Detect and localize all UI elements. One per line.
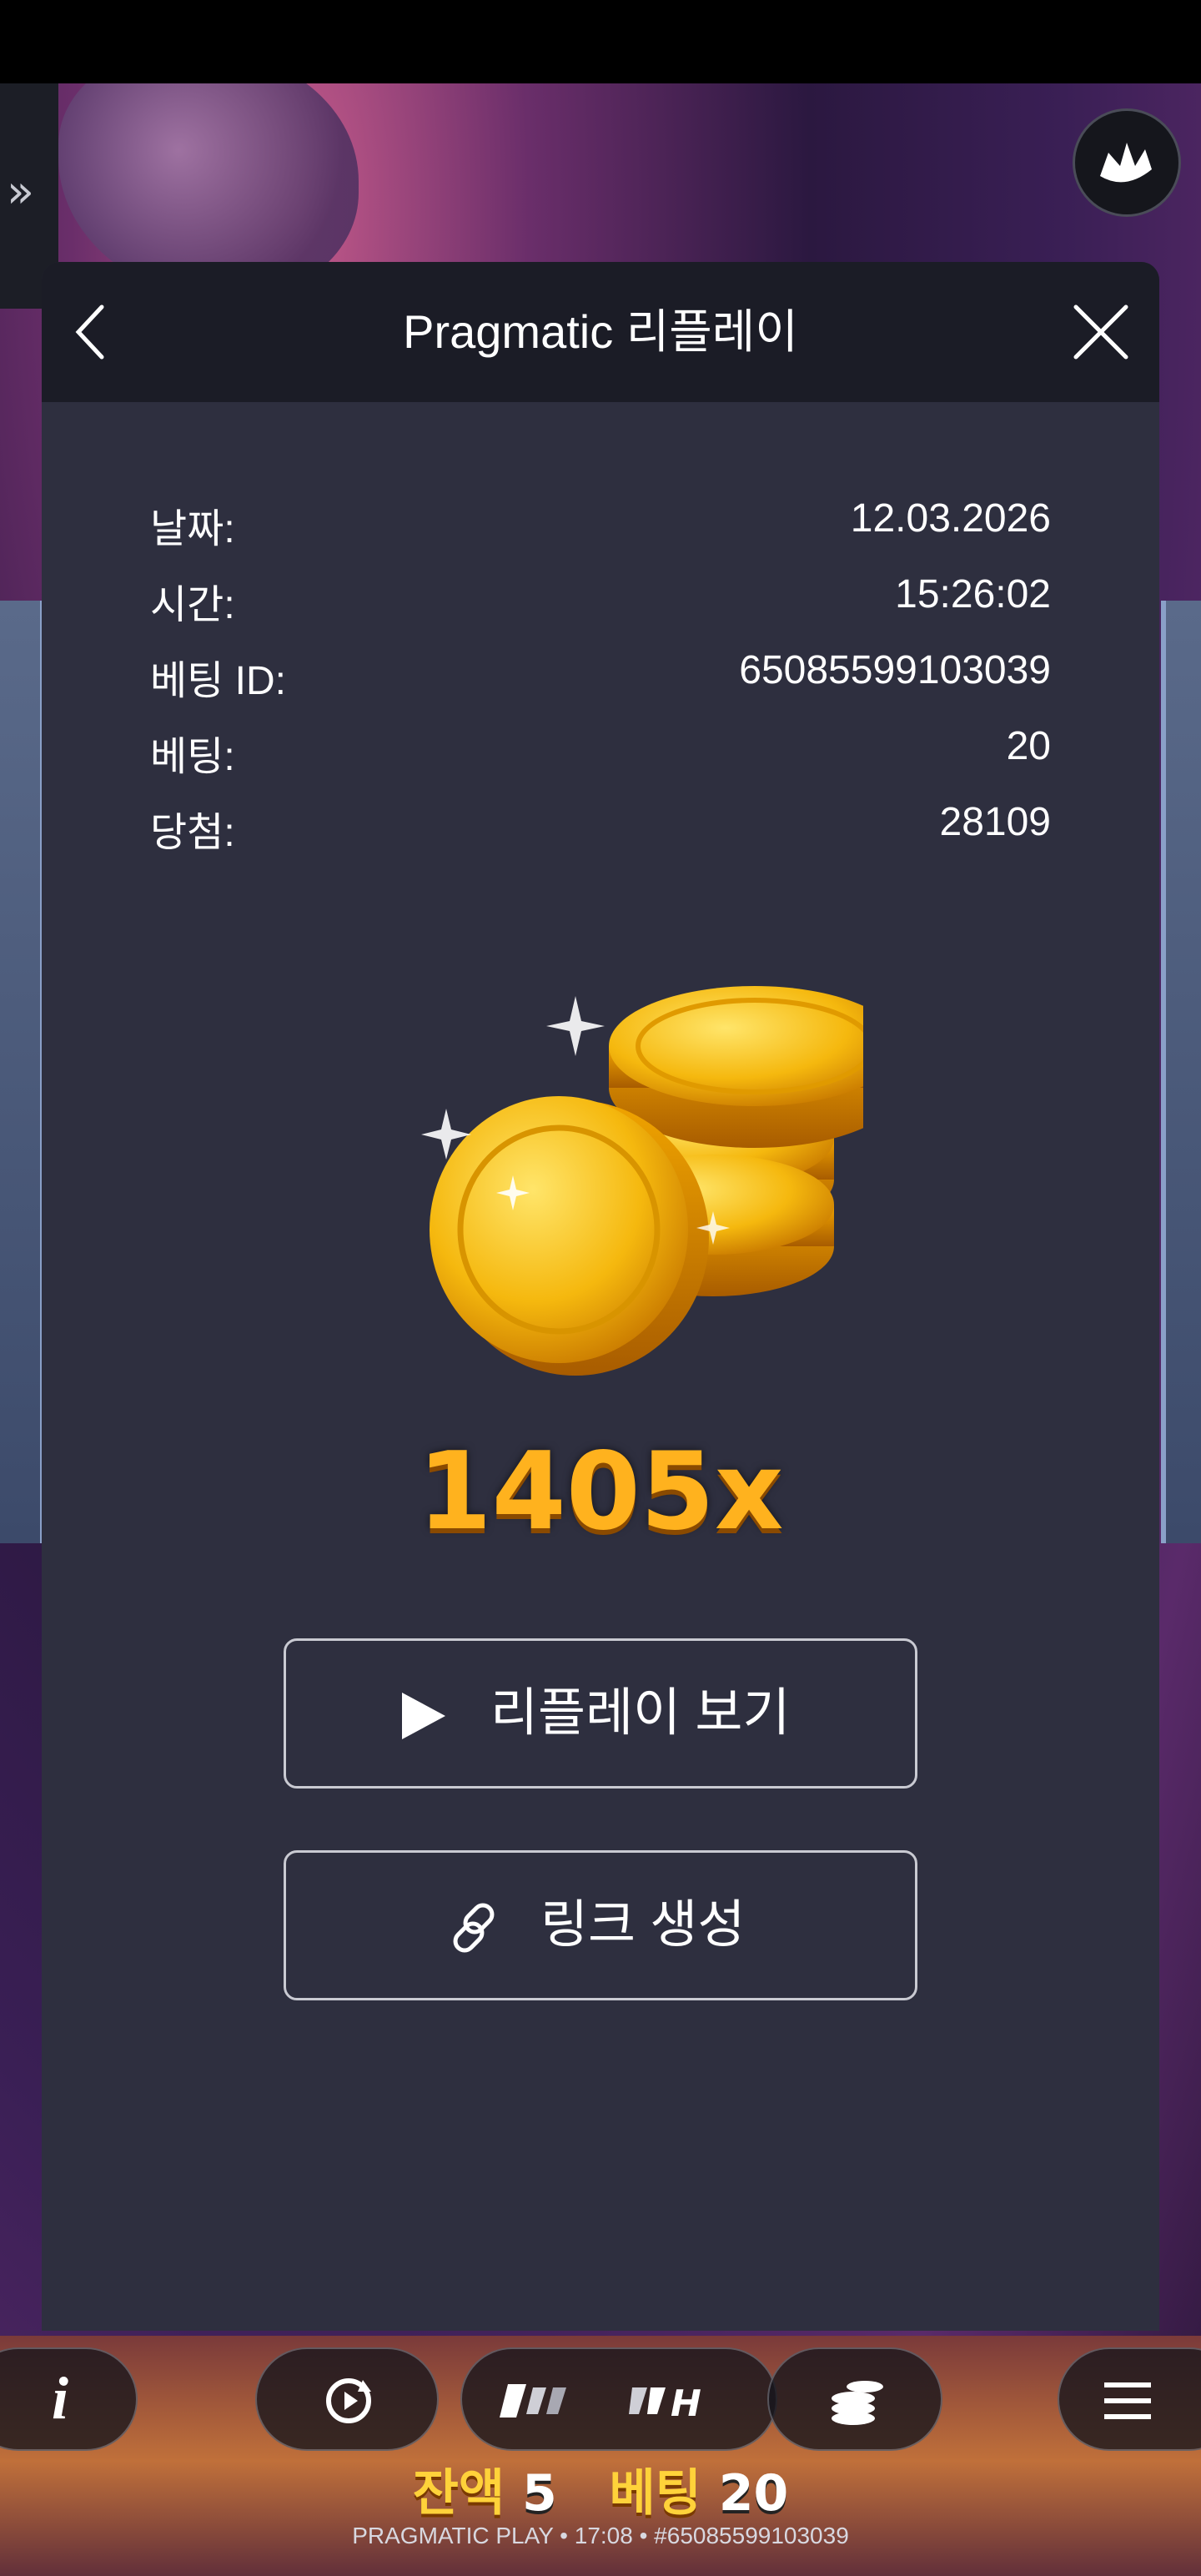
watch-replay-label: 리플레이 보기 [490, 1684, 791, 1742]
hyper-spin-icon: H [629, 2382, 701, 2425]
detail-value: 20 [1006, 724, 1051, 768]
detail-row-bet: 베팅: 20 [150, 723, 1051, 790]
detail-value: 15:26:02 [895, 572, 1051, 616]
close-icon [1073, 304, 1128, 360]
pragmatic-logo-button[interactable] [1073, 108, 1181, 217]
link-icon [453, 1903, 495, 1953]
create-link-button[interactable]: 링크 생성 [284, 1850, 917, 2000]
menu-button[interactable] [1058, 2347, 1201, 2451]
detail-label: 시간: [150, 583, 235, 627]
detail-label: 당첨: [150, 811, 235, 855]
watch-replay-button[interactable]: 리플레이 보기 [284, 1638, 917, 1789]
create-link-label: 링크 생성 [540, 1896, 746, 1954]
reel-frame-left [0, 601, 45, 1543]
balance-label: 잔액 [412, 2464, 505, 2523]
detail-row-time: 시간: 15:26:02 [150, 571, 1051, 638]
balance-bet-display: 잔액 5 베팅 20 [0, 2453, 1201, 2525]
balance-value: 5 [522, 2464, 557, 2523]
detail-label: 날짜: [150, 507, 235, 551]
reel-frame-right [1161, 601, 1201, 1543]
bet-value: 20 [718, 2464, 789, 2523]
coins-icon [421, 986, 863, 1376]
detail-row-bet-id: 베팅 ID: 65085599103039 [150, 647, 1051, 714]
detail-label: 베팅 ID: [150, 659, 286, 703]
turbo-icon [500, 2384, 566, 2418]
win-multiplier: 1405x [417, 1430, 784, 1554]
hamburger-menu-icon [1104, 2382, 1151, 2419]
detail-row-win: 당첨: 28109 [150, 799, 1051, 866]
modal-title: Pragmatic 리플레이 [403, 305, 798, 358]
info-icon: i [52, 2365, 69, 2432]
status-bar [0, 0, 1201, 83]
replay-modal: Pragmatic 리플레이 날짜: 12.03.2026 시간: 15:26:… [42, 262, 1159, 2331]
svg-text:H: H [671, 2382, 701, 2425]
modal-header: Pragmatic 리플레이 [42, 262, 1159, 402]
autoplay-button[interactable] [255, 2347, 439, 2451]
close-button[interactable] [1068, 299, 1134, 365]
detail-value: 65085599103039 [739, 648, 1051, 692]
detail-row-date: 날짜: 12.03.2026 [150, 496, 1051, 562]
detail-label: 베팅: [150, 735, 235, 779]
detail-value: 28109 [939, 800, 1051, 844]
bet-settings-button[interactable] [767, 2347, 942, 2451]
double-chevron-right-icon: » [7, 165, 35, 218]
autoplay-icon [326, 2378, 371, 2423]
crown-logo-icon [1100, 143, 1152, 183]
detail-value: 12.03.2026 [850, 496, 1051, 541]
info-button[interactable]: i [0, 2347, 138, 2451]
bet-label: 베팅 [609, 2464, 701, 2523]
spin-speed-toggle[interactable]: H [460, 2347, 777, 2451]
game-footer: PRAGMATIC PLAY • 17:08 • #65085599103039 [352, 2523, 849, 2548]
play-icon [402, 1693, 445, 1739]
coin-stack-icon [832, 2381, 883, 2425]
